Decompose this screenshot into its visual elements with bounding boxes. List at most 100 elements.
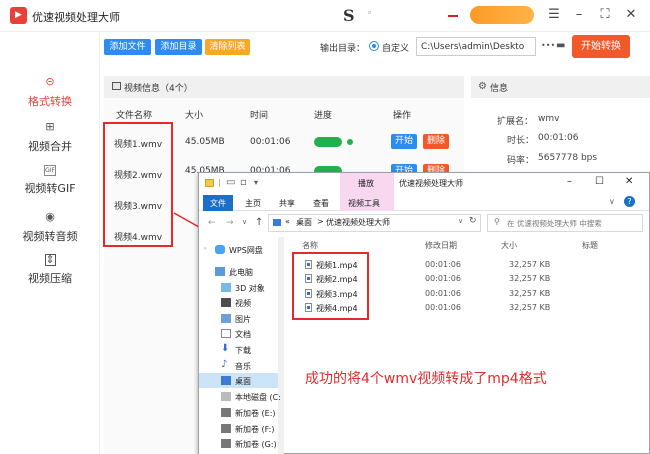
up-icon[interactable]: ↑ (255, 217, 263, 228)
clear-list-button[interactable]: 清除列表 (205, 39, 250, 55)
tree-item-downloads[interactable]: 下载 (235, 345, 251, 356)
video-tools-tab[interactable]: 视频工具 (348, 198, 380, 209)
explorer-close-icon[interactable]: ✕ (625, 176, 633, 187)
sidebar-item-label: 视频转音频 (22, 230, 78, 243)
quick-access-divider: | (218, 178, 221, 187)
this-pc-icon (215, 267, 225, 276)
video-info-icon (112, 82, 121, 90)
new-folder-icon[interactable]: ▫ (240, 177, 247, 188)
back-icon[interactable]: ← (208, 218, 216, 228)
nav-scrollbar[interactable] (278, 237, 284, 454)
ribbon-tab-view[interactable]: 查看 (313, 198, 329, 209)
search-placeholder: 在 优速视频处理大师 中搜索 (507, 219, 602, 228)
info-extension-value: wmv (538, 114, 560, 124)
tree-item-wps[interactable]: WPS网盘 (229, 245, 263, 256)
sidebar-item-video-compress[interactable]: ⇕ 视频压缩 (0, 254, 100, 286)
col-title[interactable]: 标题 (582, 240, 598, 251)
sidebar-item-video-merge[interactable]: ⊞ 视频合并 (0, 120, 100, 154)
address-dropdown-icon[interactable]: ∨ (458, 217, 463, 225)
tree-item-documents[interactable]: 文档 (235, 329, 251, 340)
forward-icon[interactable]: → (226, 218, 234, 228)
info-bitrate-value: 5657778 bps (538, 153, 598, 163)
explorer-maximize-icon[interactable]: ☐ (595, 176, 604, 187)
download-icon: ⬇ (221, 343, 230, 354)
highlight-wmv-files (103, 122, 173, 247)
ribbon-tabs (199, 195, 649, 211)
help-icon[interactable]: ? (624, 196, 635, 207)
col-action: 操作 (393, 111, 412, 121)
app-title: 优速视频处理大师 (32, 11, 120, 24)
gear-icon: ⚙ (478, 81, 487, 92)
info-bitrate-label: 码率： (507, 156, 535, 166)
tree-item-pictures[interactable]: 图片 (235, 314, 251, 325)
wps-cloud-icon (215, 245, 225, 254)
tree-item-this-pc[interactable]: 此电脑 (229, 267, 253, 278)
sidebar-item-format-convert[interactable]: ⊝ 格式转换 (0, 75, 100, 109)
ribbon-tab-share[interactable]: 共享 (279, 198, 295, 209)
tree-item-desktop[interactable]: 桌面 (235, 376, 251, 387)
sidebar-item-label: 视频合并 (28, 140, 72, 153)
ribbon-expand-icon[interactable]: ∨ (609, 197, 615, 206)
row-start-button[interactable]: 开始 (391, 134, 417, 149)
documents-icon (221, 329, 231, 338)
gif-icon: GIF (44, 165, 56, 176)
sidebar-item-label: 视频转GIF (24, 182, 76, 195)
address-current-folder[interactable]: 优速视频处理大师 (326, 217, 390, 228)
user-badge[interactable] (470, 6, 534, 24)
desktop-icon (273, 219, 281, 226)
col-filename: 文件名称 (116, 111, 153, 121)
play-context-tab[interactable]: 播放 (358, 178, 374, 189)
desktop-tree-icon (221, 376, 231, 385)
sidebar-item-video-to-gif[interactable]: GIF 视频转GIF (0, 165, 100, 196)
tree-item-videos[interactable]: 视频 (235, 298, 251, 309)
sidebar-item-video-to-audio[interactable]: ◉ 视频转音频 (0, 210, 100, 244)
explorer-minimize-icon[interactable]: – (567, 176, 572, 187)
add-file-button[interactable]: 添加文件 (104, 39, 151, 55)
close-icon[interactable]: ✕ (623, 6, 639, 24)
ribbon-tab-home[interactable]: 主页 (245, 198, 261, 209)
minimize-icon[interactable]: – (571, 6, 587, 24)
start-convert-button[interactable]: 开始转换 (572, 35, 630, 58)
tree-item-local-disk[interactable]: 本地磁盘 (C: (235, 392, 281, 403)
drive-g-icon (221, 439, 231, 448)
videos-icon (221, 298, 231, 307)
brand-logo-icon: S (343, 6, 355, 25)
file-date: 00:01:06 (425, 260, 461, 269)
explorer-title: 优速视频处理大师 (399, 179, 463, 188)
custom-radio[interactable] (369, 41, 379, 51)
refresh-icon[interactable]: ↻ (469, 216, 477, 226)
address-desktop[interactable]: 桌面 (296, 217, 312, 228)
recent-dropdown-icon[interactable]: ∨ (242, 218, 247, 226)
tree-expand-icon[interactable]: › (204, 245, 206, 252)
sidebar-item-label: 格式转换 (28, 95, 72, 108)
address-overflow[interactable]: « (285, 217, 290, 226)
maximize-icon[interactable]: ⛶ (597, 6, 613, 24)
quick-access-dropdown-icon[interactable]: ▾ (254, 178, 258, 187)
col-modified[interactable]: 修改日期 (425, 240, 457, 251)
col-date[interactable]: 大小 (501, 240, 517, 251)
tree-item-music[interactable]: 音乐 (235, 361, 251, 372)
ribbon-tab-file[interactable]: 文件 (210, 198, 226, 209)
browse-more-icon[interactable]: ••• (541, 41, 555, 50)
open-folder-icon[interactable]: ▬ (556, 40, 565, 51)
title-bar: ▶ 优速视频处理大师 S ◦ ☰ – ⛶ ✕ (0, 0, 650, 32)
success-annotation: 成功的将4个wmv视频转成了mp4格式 (305, 371, 547, 387)
tree-item-drive-e[interactable]: 新加卷 (E:) (235, 408, 276, 419)
file-size: 32,257 KB (509, 289, 551, 298)
file-size: 45.05MB (185, 137, 225, 147)
row-delete-button[interactable]: 删除 (423, 134, 449, 149)
local-disk-icon (221, 392, 231, 401)
col-progress: 进度 (314, 111, 333, 121)
video-merge-icon: ⊞ (45, 120, 55, 133)
properties-icon[interactable]: ▭ (226, 177, 235, 188)
file-size: 32,257 KB (509, 303, 551, 312)
info-extension-label: 扩展名： (497, 117, 534, 127)
menu-icon[interactable]: ☰ (546, 6, 562, 24)
output-path-input[interactable] (416, 37, 536, 56)
tree-item-drive-g[interactable]: 新加卷 (G:) (235, 439, 277, 450)
add-folder-button[interactable]: 添加目录 (155, 39, 202, 55)
col-name[interactable]: 名称 (302, 240, 318, 251)
tree-item-3d[interactable]: 3D 对象 (235, 283, 265, 294)
progress-bar (314, 137, 342, 147)
tree-item-drive-f[interactable]: 新加卷 (F:) (235, 424, 274, 435)
